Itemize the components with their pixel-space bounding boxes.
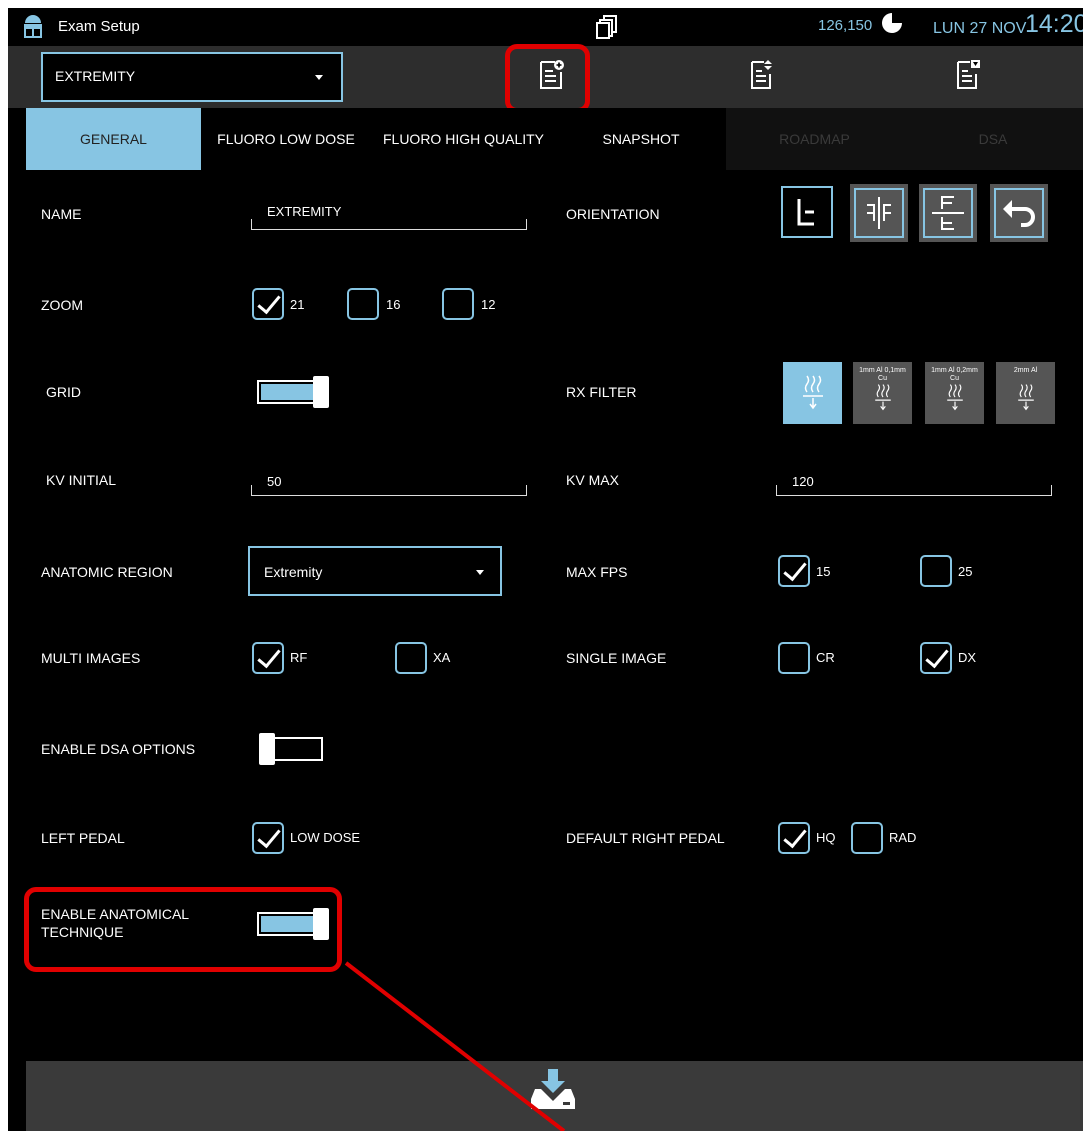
exam-setup-screen: Exam Setup 126,150 LUN 27 NOV 14:20 EXTR… [8,8,1083,1131]
annotation-pointer-line [344,961,566,1131]
